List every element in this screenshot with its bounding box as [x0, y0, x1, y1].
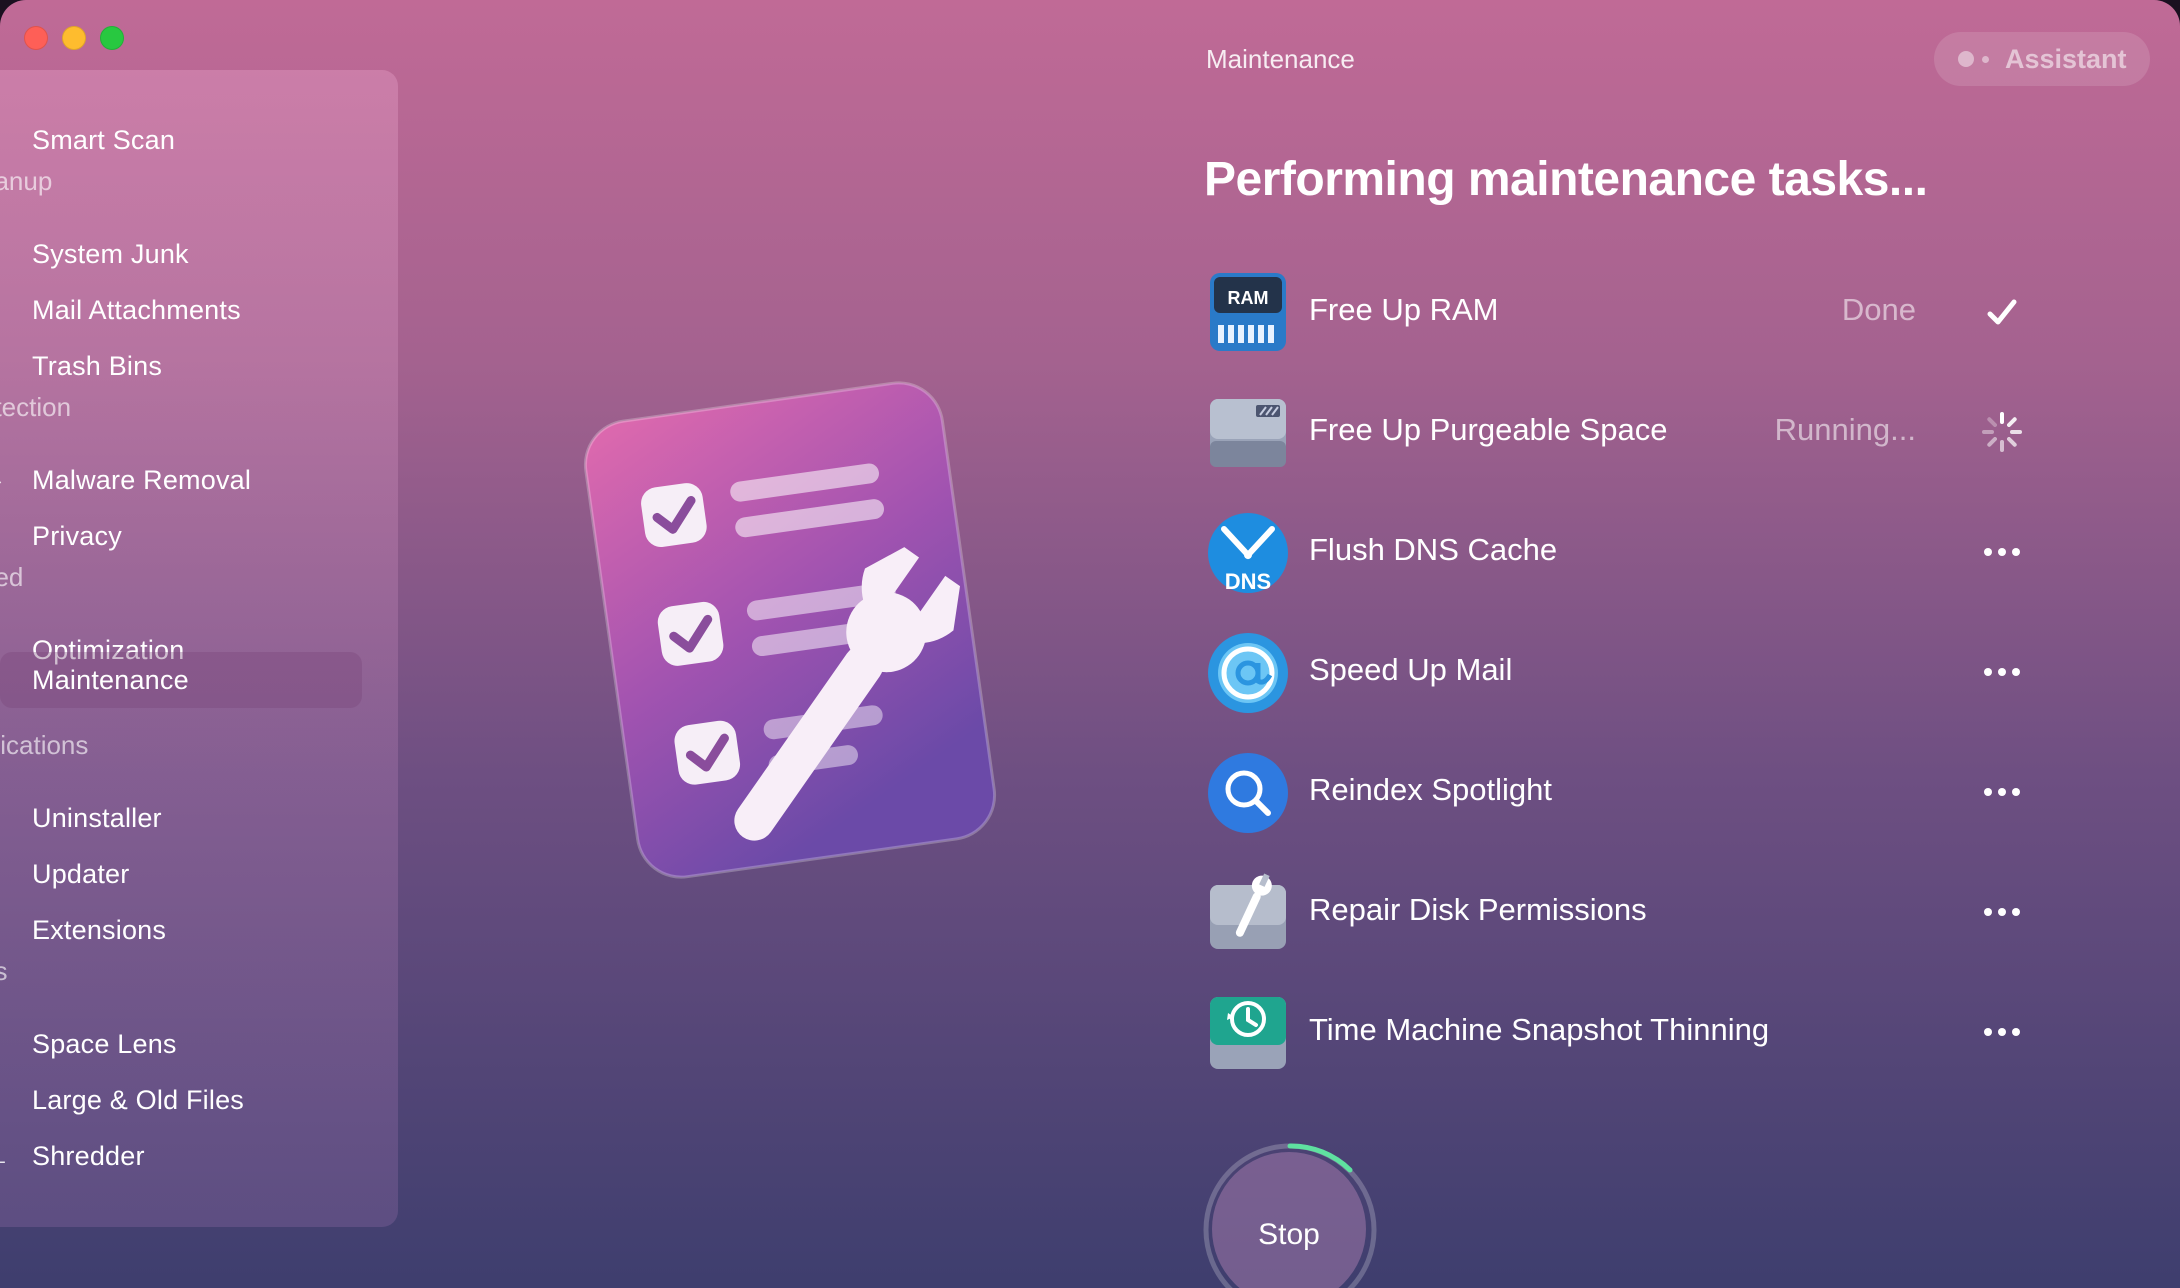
mail-at-icon — [1208, 633, 1288, 713]
sidebar-item-label: Large & Old Files — [32, 1084, 244, 1115]
sidebar-item-maintenance[interactable]: ⁄ Maintenance — [0, 652, 362, 708]
sidebar-item-label: Maintenance — [32, 664, 189, 695]
sidebar-section-protection: otection — [0, 392, 72, 422]
sidebar: ⌂ Smart Scan eanup ◖ System Junk ▯ Mail … — [0, 70, 398, 1227]
task-status: Running... — [1774, 412, 1916, 447]
trash-bins-icon: ▯ — [0, 351, 16, 381]
sidebar-item-extensions[interactable]: › Extensions — [0, 902, 362, 958]
shredder-icon: ⊥ — [0, 1141, 16, 1171]
privacy-icon: ⁄ — [0, 521, 16, 551]
stop-label: Stop — [1258, 1218, 1320, 1251]
task-label: Reindex Spotlight — [1309, 772, 1552, 807]
task-row-free-up-purgeable-space: Free Up Purgeable Space Running... — [1206, 386, 2026, 476]
maintenance-icon: ⁄ — [0, 665, 16, 695]
time-machine-icon — [1210, 997, 1286, 1069]
ellipsis-icon[interactable] — [1980, 530, 2024, 574]
task-label: Time Machine Snapshot Thinning — [1309, 1012, 1770, 1047]
malware-removal-icon: ⌄ — [0, 465, 16, 495]
sidebar-section-cleanup: eanup — [0, 166, 53, 196]
sidebar-item-malware-removal[interactable]: ⌄ Malware Removal — [0, 452, 362, 508]
sidebar-item-label: Shredder — [32, 1140, 145, 1171]
task-label: Free Up Purgeable Space — [1309, 412, 1668, 447]
sidebar-item-privacy[interactable]: ⁄ Privacy — [0, 508, 362, 564]
ellipsis-icon[interactable] — [1980, 770, 2024, 814]
sidebar-item-label: Malware Removal — [32, 464, 252, 495]
sidebar-item-label: System Junk — [32, 238, 189, 269]
task-row-reindex-spotlight: Reindex Spotlight — [1206, 746, 2026, 836]
extensions-icon: › — [0, 915, 16, 945]
sidebar-item-system-junk[interactable]: ◖ System Junk — [0, 226, 362, 282]
sidebar-item-label: Privacy — [32, 520, 122, 551]
updater-icon: · — [0, 859, 16, 889]
sidebar-item-updater[interactable]: · Updater — [0, 846, 362, 902]
sidebar-item-shredder[interactable]: ⊥ Shredder — [0, 1128, 362, 1184]
headline: Performing maintenance tasks... — [1204, 153, 1928, 206]
dns-icon: DNS — [1208, 513, 1288, 594]
sidebar-item-label: Extensions — [32, 914, 167, 945]
sidebar-item-label: Space Lens — [32, 1028, 177, 1059]
sidebar-item-uninstaller[interactable]: ◊ Uninstaller — [0, 790, 362, 846]
smart-scan-icon: ⌂ — [0, 125, 16, 155]
sidebar-item-label: Updater — [32, 858, 130, 889]
sidebar-item-trash-bins[interactable]: ▯ Trash Bins — [0, 338, 362, 394]
ram-chip-text: RAM — [1228, 288, 1269, 308]
task-label: Speed Up Mail — [1309, 652, 1513, 687]
task-row-speed-up-mail: Speed Up Mail — [1206, 626, 2026, 716]
task-row-free-up-ram: RAM Free Up RAM Done — [1206, 266, 2026, 356]
window-controls — [24, 26, 124, 50]
assistant-label: Assistant — [2005, 43, 2127, 74]
task-row-flush-dns-cache: DNS Flush DNS Cache — [1206, 506, 2026, 596]
task-label: Repair Disk Permissions — [1309, 892, 1647, 927]
assistant-button[interactable]: Assistant — [1934, 32, 2150, 86]
stop-button-wrapper: Stop — [1200, 1140, 1380, 1288]
disk-repair-icon — [1210, 873, 1286, 949]
spinner-icon — [1982, 412, 2022, 452]
large-old-files-icon: ▯ — [0, 1085, 16, 1115]
sidebar-item-label: Trash Bins — [32, 350, 163, 381]
sidebar-item-label: Mail Attachments — [32, 294, 241, 325]
sidebar-item-mail-attachments[interactable]: ▯ Mail Attachments — [0, 282, 362, 338]
task-row-repair-disk-permissions: Repair Disk Permissions — [1206, 866, 2026, 956]
disk-drive-icon — [1210, 399, 1286, 467]
app-window: ⌂ Smart Scan eanup ◖ System Junk ▯ Mail … — [0, 0, 2180, 1288]
sidebar-section-applications: plications — [0, 730, 89, 760]
space-lens-icon: ◔ — [0, 1029, 16, 1059]
ellipsis-icon[interactable] — [1980, 650, 2024, 694]
task-label: Free Up RAM — [1309, 292, 1499, 327]
page-title: Maintenance — [1206, 44, 1355, 74]
mail-attachments-icon: ▯ — [0, 295, 16, 325]
assistant-dots-icon — [1958, 51, 1989, 67]
close-button[interactable] — [24, 26, 48, 50]
sidebar-item-label: Uninstaller — [32, 802, 162, 833]
ram-icon: RAM — [1210, 273, 1286, 351]
task-label: Flush DNS Cache — [1309, 532, 1558, 567]
checkmark-icon — [1987, 299, 2017, 325]
sidebar-item-label: Smart Scan — [32, 124, 176, 155]
sidebar-section-files: es — [0, 956, 8, 986]
sidebar-item-space-lens[interactable]: ◔ Space Lens — [0, 1016, 362, 1072]
maintenance-checklist-wrench-icon — [583, 381, 997, 879]
ellipsis-icon[interactable] — [1980, 890, 2024, 934]
sidebar-item-smart-scan[interactable]: ⌂ Smart Scan — [0, 112, 362, 168]
system-junk-icon: ◖ — [0, 239, 16, 269]
zoom-button[interactable] — [100, 26, 124, 50]
minimize-button[interactable] — [62, 26, 86, 50]
spotlight-icon — [1208, 753, 1288, 833]
sidebar-item-large-old-files[interactable]: ▯ Large & Old Files — [0, 1072, 362, 1128]
ellipsis-icon[interactable] — [1980, 1010, 2024, 1054]
sidebar-section-speed: eed — [0, 562, 24, 592]
dns-badge-text: DNS — [1225, 569, 1271, 594]
task-row-time-machine-snapshot-thinning: Time Machine Snapshot Thinning — [1206, 986, 2026, 1076]
task-status: Done — [1841, 292, 1916, 327]
uninstaller-icon: ◊ — [0, 803, 16, 833]
